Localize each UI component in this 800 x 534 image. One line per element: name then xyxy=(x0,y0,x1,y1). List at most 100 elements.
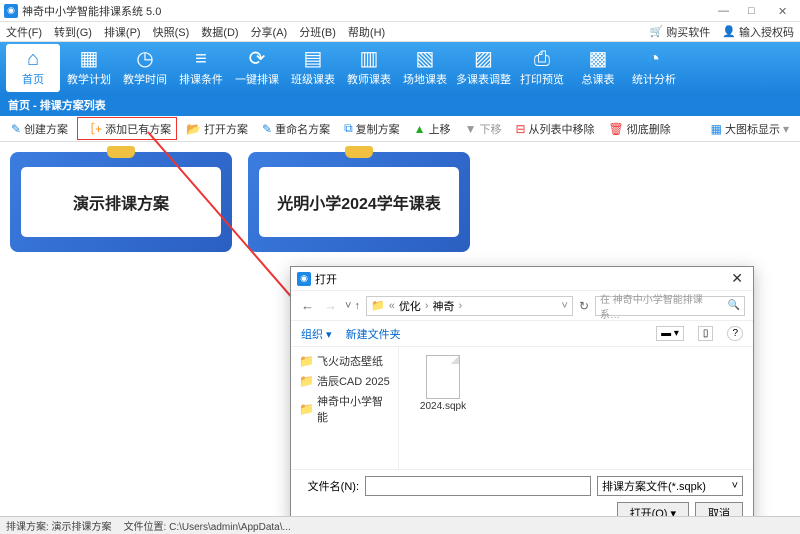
create-scheme-button[interactable]: ✎创建方案 xyxy=(6,119,73,139)
minimize-button[interactable]: — xyxy=(718,5,730,17)
window-controls: — □ ✕ xyxy=(718,5,796,17)
copy-icon: ⧉ xyxy=(344,121,353,136)
toolbar-auto-schedule[interactable]: ⟳一键排课 xyxy=(230,44,284,92)
remove-icon: ⊟ xyxy=(515,122,525,136)
table-icon: ▧ xyxy=(416,49,435,69)
menu-schedule[interactable]: 排课(P) xyxy=(104,24,141,40)
tab-home-schemes[interactable]: 首页 - 排课方案列表 xyxy=(8,97,106,113)
menu-league[interactable]: 分班(B) xyxy=(299,24,336,40)
copy-scheme-button[interactable]: ⧉复制方案 xyxy=(339,119,405,139)
chart-icon: ◔ xyxy=(648,49,660,69)
add-icon: ［+ xyxy=(83,120,102,137)
app-icon: ◉ xyxy=(4,4,18,18)
folder-tree: 📁飞火动态壁纸 📁浩辰CAD 2025 📁神奇中小学智能 xyxy=(291,347,399,469)
search-input[interactable]: 在 神奇中小学智能排课系… 🔍 xyxy=(595,296,745,316)
toolbar-conditions[interactable]: ≡排课条件 xyxy=(174,44,228,92)
nav-up-button[interactable]: ˅ ↑ xyxy=(345,300,360,312)
table-icon: ▥ xyxy=(360,49,379,69)
tree-item[interactable]: 📁浩辰CAD 2025 xyxy=(291,371,398,391)
grid-icon: ▦ xyxy=(711,122,722,136)
move-down-button[interactable]: ▼下移 xyxy=(460,119,507,139)
dialog-nav: ← → ˅ ↑ 📁 « 优化 › 神奇 › ˅ ↻ 在 神奇中小学智能排课系… … xyxy=(291,291,753,321)
scheme-list: 演示排课方案 光明小学2024学年课表 xyxy=(0,142,800,262)
folder-icon: 📁 xyxy=(299,374,314,388)
move-up-button[interactable]: ▲上移 xyxy=(409,119,456,139)
menu-help[interactable]: 帮助(H) xyxy=(348,24,385,40)
window-titlebar: ◉ 神奇中小学智能排课系统 5.0 — □ ✕ xyxy=(0,0,800,22)
sub-toolbar: ✎创建方案 ［+添加已有方案 📂打开方案 ✎重命名方案 ⧉复制方案 ▲上移 ▼下… xyxy=(0,116,800,142)
toolbar-stats[interactable]: ◔统计分析 xyxy=(627,44,681,92)
help-button[interactable]: ? xyxy=(727,326,743,341)
organize-menu[interactable]: 组织 ▾ xyxy=(301,326,332,342)
scheme-card[interactable]: 光明小学2024学年课表 xyxy=(248,152,470,252)
dialog-icon: ◉ xyxy=(297,272,311,286)
open-scheme-button[interactable]: 📂打开方案 xyxy=(181,119,253,139)
tree-item[interactable]: 📁神奇中小学智能 xyxy=(291,391,398,427)
refresh-button[interactable]: ↻ xyxy=(579,299,589,313)
chevron-down-icon: ˅ xyxy=(732,480,738,492)
table-icon: ▩ xyxy=(589,49,608,69)
dialog-body: 📁飞火动态壁纸 📁浩辰CAD 2025 📁神奇中小学智能 2024.sqpk xyxy=(291,347,753,469)
trash-icon: 🗑 xyxy=(609,122,624,136)
cart-icon: 🛒 xyxy=(650,25,664,38)
view-mode-button[interactable]: ▬ ▾ xyxy=(656,326,684,341)
enter-auth-button[interactable]: 👤 输入授权码 xyxy=(722,24,794,40)
toolbar-home[interactable]: ⌂首页 xyxy=(6,44,60,92)
toolbar-print[interactable]: ⎙打印预览 xyxy=(515,44,569,92)
nav-back-button[interactable]: ← xyxy=(299,298,316,313)
dialog-close-button[interactable]: ✕ xyxy=(727,270,747,287)
maximize-button[interactable]: □ xyxy=(748,5,760,17)
buy-software-button[interactable]: 🛒 购买软件 xyxy=(650,24,711,40)
file-open-dialog: ◉ 打开 ✕ ← → ˅ ↑ 📁 « 优化 › 神奇 › ˅ ↻ 在 神奇中小学… xyxy=(290,266,754,524)
print-icon: ⎙ xyxy=(534,49,550,69)
clip-icon xyxy=(107,146,135,158)
open-icon: 📂 xyxy=(186,122,201,136)
filetype-select[interactable]: 排课方案文件(*.sqpk) ˅ xyxy=(597,476,743,496)
person-icon: 👤 xyxy=(722,25,736,38)
new-folder-button[interactable]: 新建文件夹 xyxy=(346,326,401,342)
folder-icon: 📁 xyxy=(299,354,314,368)
toolbar-class-table[interactable]: ▤班级课表 xyxy=(286,44,340,92)
menu-data[interactable]: 数据(D) xyxy=(201,24,238,40)
menu-share[interactable]: 分享(A) xyxy=(251,24,288,40)
tab-bar: 首页 - 排课方案列表 xyxy=(0,94,800,116)
toolbar-teacher-table[interactable]: ▥教师课表 xyxy=(342,44,396,92)
filename-input[interactable] xyxy=(365,476,591,496)
toolbar-multi-adjust[interactable]: ▨多课表调整 xyxy=(454,44,513,92)
clock-icon: ◷ xyxy=(136,49,153,69)
menu-file[interactable]: 文件(F) xyxy=(6,24,42,40)
rename-icon: ✎ xyxy=(262,122,272,136)
close-button[interactable]: ✕ xyxy=(778,5,790,17)
file-item[interactable]: 2024.sqpk xyxy=(411,355,475,412)
icon-view-toggle[interactable]: ▦大图标显示 ▾ xyxy=(706,119,794,139)
list-icon: ≡ xyxy=(195,49,207,69)
menu-goto[interactable]: 转到(G) xyxy=(54,24,92,40)
file-list: 2024.sqpk xyxy=(399,347,753,469)
add-existing-scheme-button[interactable]: ［+添加已有方案 xyxy=(77,117,177,140)
menu-quick[interactable]: 快照(S) xyxy=(153,24,190,40)
status-bar: 排课方案: 演示排课方案 文件位置: C:\Users\admin\AppDat… xyxy=(0,516,800,534)
scheme-card[interactable]: 演示排课方案 xyxy=(10,152,232,252)
tree-item[interactable]: 📁飞火动态壁纸 xyxy=(291,351,398,371)
rename-scheme-button[interactable]: ✎重命名方案 xyxy=(257,119,335,139)
toolbar-venue-table[interactable]: ▧场地课表 xyxy=(398,44,452,92)
edit-icon: ✎ xyxy=(11,122,21,136)
toolbar-teach-plan[interactable]: ▦教学计划 xyxy=(62,44,116,92)
breadcrumb[interactable]: 📁 « 优化 › 神奇 › ˅ xyxy=(366,296,573,316)
folder-icon: 📁 xyxy=(371,299,385,312)
arrow-up-icon: ▲ xyxy=(414,122,426,136)
window-title: 神奇中小学智能排课系统 5.0 xyxy=(22,3,718,19)
menu-bar: 文件(F) 转到(G) 排课(P) 快照(S) 数据(D) 分享(A) 分班(B… xyxy=(0,22,800,42)
dialog-titlebar: ◉ 打开 ✕ xyxy=(291,267,753,291)
arrow-down-icon: ▼ xyxy=(465,122,477,136)
scheme-name: 光明小学2024学年课表 xyxy=(259,167,459,237)
filename-label: 文件名(N): xyxy=(301,478,359,494)
clip-icon xyxy=(345,146,373,158)
toolbar-teach-time[interactable]: ◷教学时间 xyxy=(118,44,172,92)
remove-from-list-button[interactable]: ⊟从列表中移除 xyxy=(510,119,599,139)
dialog-toolbar: 组织 ▾ 新建文件夹 ▬ ▾ ▯ ? xyxy=(291,321,753,347)
preview-pane-button[interactable]: ▯ xyxy=(698,326,714,341)
delete-button[interactable]: 🗑彻底删除 xyxy=(604,119,676,139)
toolbar-total-table[interactable]: ▩总课表 xyxy=(571,44,625,92)
nav-forward-button[interactable]: → xyxy=(322,298,339,313)
